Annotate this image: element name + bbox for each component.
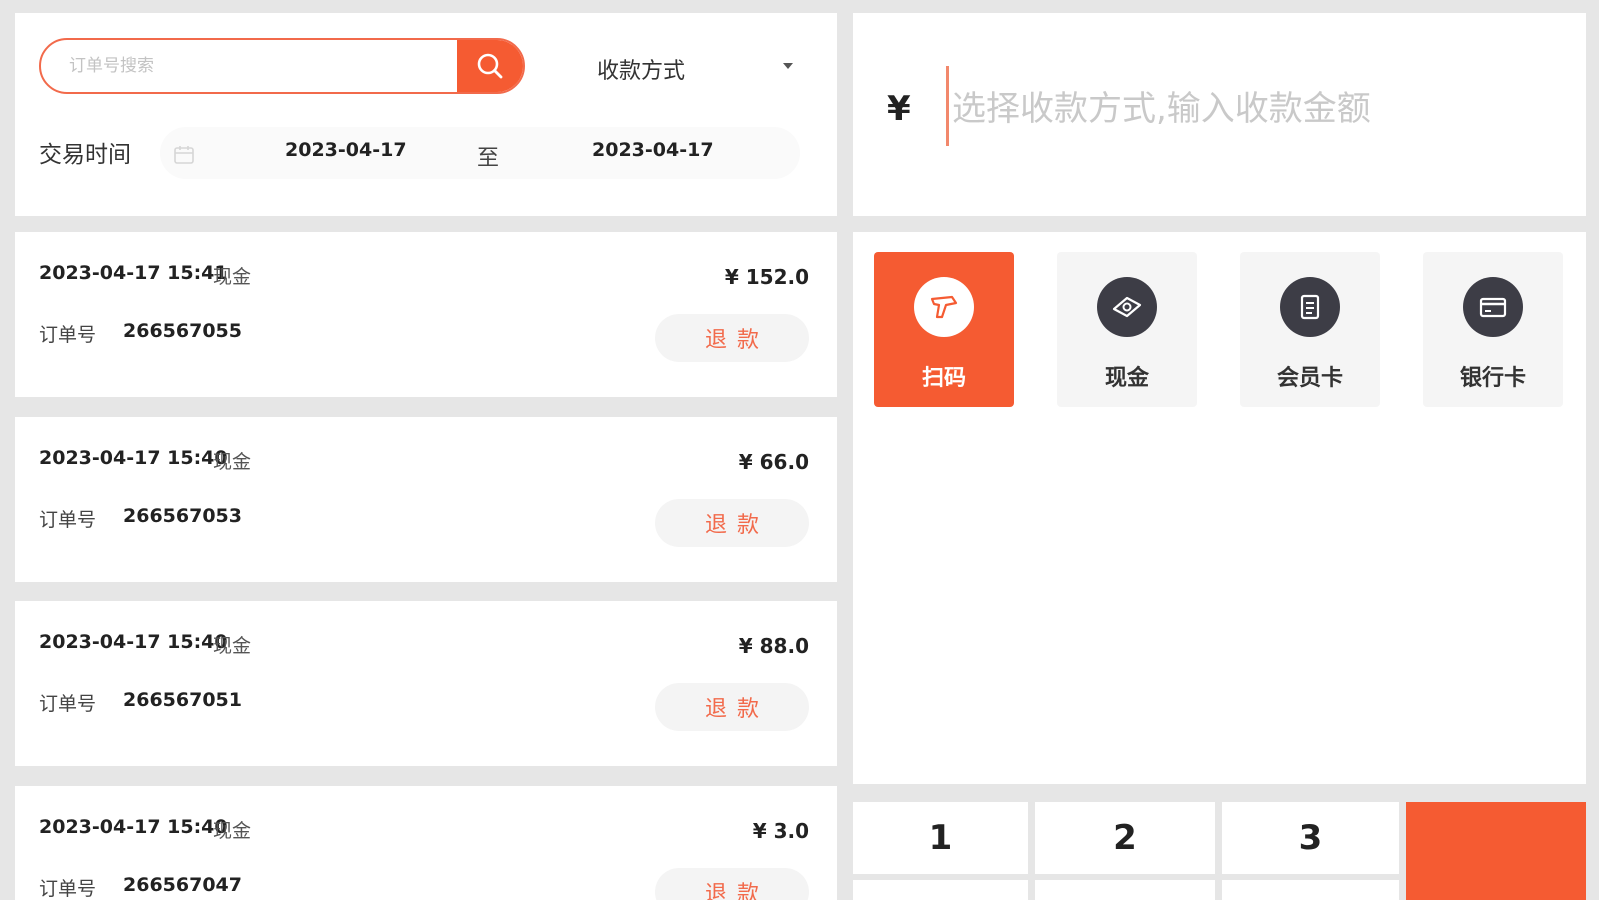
transaction-time: 2023-04-17 15:40: [39, 631, 228, 653]
payment-method-bank-card[interactable]: 银行卡: [1423, 252, 1563, 407]
transaction-method: 现金: [213, 635, 252, 657]
order-number: 266567047: [123, 874, 242, 896]
member-card-icon: [1280, 277, 1340, 337]
payment-method-label: 扫码: [921, 366, 966, 391]
order-number-label: 订单号: [39, 324, 97, 346]
search-button[interactable]: [457, 40, 523, 92]
scanner-icon: [914, 277, 974, 337]
payment-method-label: 现金: [1104, 366, 1149, 391]
refund-button[interactable]: 退款: [655, 314, 809, 362]
keypad-action-key[interactable]: [1406, 802, 1586, 900]
payment-method-label: 银行卡: [1459, 366, 1526, 391]
transaction-method: 现金: [213, 451, 252, 473]
payment-method-cash[interactable]: 现金: [1057, 252, 1197, 407]
refund-button[interactable]: 退款: [655, 499, 809, 547]
bank-card-icon: [1463, 277, 1523, 337]
date-start[interactable]: 2023-04-17: [285, 139, 407, 161]
order-number: 266567053: [123, 505, 242, 527]
transaction-time: 2023-04-17 15:40: [39, 816, 228, 838]
transaction-card[interactable]: 2023-04-17 15:41 现金 订单号 266567055 ¥ 152.…: [15, 232, 837, 397]
transaction-method: 现金: [213, 266, 252, 288]
transaction-time: 2023-04-17 15:41: [39, 262, 228, 284]
transaction-amount: ¥ 88.0: [738, 634, 809, 658]
keypad-key-3[interactable]: 3: [1222, 802, 1399, 874]
date-end[interactable]: 2023-04-17: [592, 139, 714, 161]
payment-method-dropdown-label: 收款方式: [597, 59, 686, 84]
search-icon: [477, 53, 503, 79]
search-bar: [39, 38, 525, 94]
keypad-key[interactable]: [1035, 880, 1215, 900]
payment-method-dropdown[interactable]: 收款方式: [593, 51, 793, 84]
currency-symbol: ¥: [887, 89, 911, 129]
transaction-card[interactable]: 2023-04-17 15:40 现金 订单号 266567051 ¥ 88.0…: [15, 601, 837, 766]
payment-amount-input[interactable]: [952, 81, 1552, 137]
order-number-label: 订单号: [39, 693, 97, 715]
calendar-icon: [174, 146, 194, 164]
order-search-input[interactable]: [41, 40, 461, 92]
transaction-method: 现金: [213, 820, 252, 842]
transaction-amount: ¥ 3.0: [752, 819, 809, 843]
payment-methods-panel: 扫码 现金 会员卡 银行卡: [853, 232, 1586, 784]
date-separator: 至: [477, 146, 500, 171]
keypad-key-1[interactable]: 1: [853, 802, 1028, 874]
order-number: 266567051: [123, 689, 242, 711]
order-number: 266567055: [123, 320, 242, 342]
cash-icon: [1097, 277, 1157, 337]
transaction-amount: ¥ 152.0: [724, 265, 809, 289]
keypad-key[interactable]: [853, 880, 1028, 900]
transaction-card[interactable]: 2023-04-17 15:40 现金 订单号 266567053 ¥ 66.0…: [15, 417, 837, 582]
transaction-card[interactable]: 2023-04-17 15:40 现金 订单号 266567047 ¥ 3.0 …: [15, 786, 837, 900]
transaction-time-label: 交易时间: [39, 142, 131, 168]
keypad-key-2[interactable]: 2: [1035, 802, 1215, 874]
refund-button[interactable]: 退款: [655, 683, 809, 731]
amount-panel: ¥: [853, 13, 1586, 216]
transaction-amount: ¥ 66.0: [738, 450, 809, 474]
payment-method-label: 会员卡: [1276, 366, 1343, 391]
chevron-down-icon: [783, 63, 793, 69]
keypad-key[interactable]: [1222, 880, 1399, 900]
order-number-label: 订单号: [39, 509, 97, 531]
payment-method-scan[interactable]: 扫码: [874, 252, 1014, 407]
refund-button[interactable]: 退款: [655, 868, 809, 900]
order-number-label: 订单号: [39, 878, 97, 900]
filter-panel: 收款方式 交易时间 2023-04-17 至 2023-04-17: [15, 13, 837, 216]
text-cursor: [946, 66, 949, 146]
payment-method-member-card[interactable]: 会员卡: [1240, 252, 1380, 407]
transaction-time: 2023-04-17 15:40: [39, 447, 228, 469]
